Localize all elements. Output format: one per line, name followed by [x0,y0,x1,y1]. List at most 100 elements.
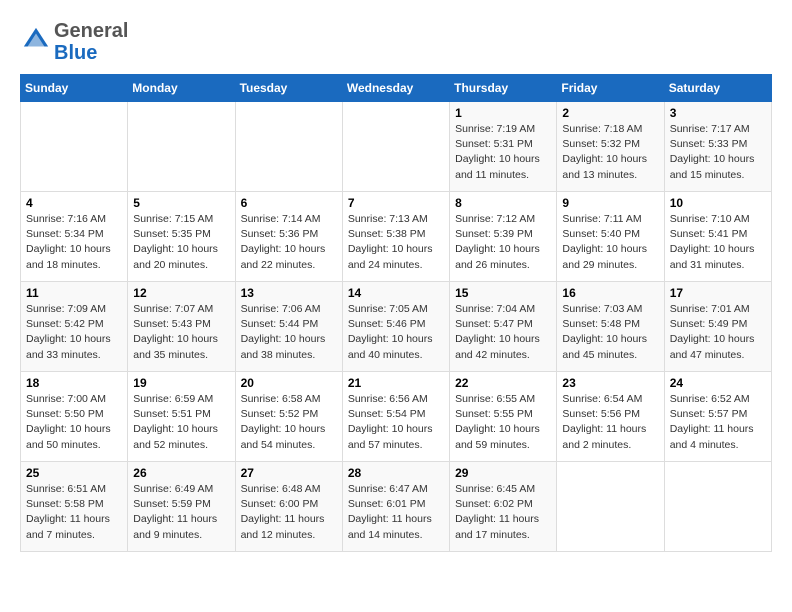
day-number: 29 [455,466,551,480]
day-cell: 9 Sunrise: 7:11 AMSunset: 5:40 PMDaylight… [557,192,664,282]
day-cell [557,462,664,552]
day-number: 22 [455,376,551,390]
header-thursday: Thursday [450,75,557,102]
week-row-3: 18Sunrise: 7:00 AMSunset: 5:50 PMDayligh… [21,372,772,462]
day-cell: 7 Sunrise: 7:13 AMSunset: 5:38 PMDaylight… [342,192,449,282]
day-cell: 22 Sunrise: 6:55 AMSunset: 5:55 PMDayligh… [450,372,557,462]
header-wednesday: Wednesday [342,75,449,102]
day-info: Sunrise: 6:47 AMSunset: 6:01 PMDaylight:… [348,482,444,543]
day-number: 17 [670,286,766,300]
day-number: 1 [455,106,551,120]
day-number: 20 [241,376,337,390]
header-tuesday: Tuesday [235,75,342,102]
header-saturday: Saturday [664,75,771,102]
day-cell [342,102,449,192]
day-number: 15 [455,286,551,300]
day-cell: 17 Sunrise: 7:01 AMSunset: 5:49 PMDayligh… [664,282,771,372]
day-info: Sunrise: 7:19 AMSunset: 5:31 PMDaylight:… [455,122,551,183]
day-cell: 14 Sunrise: 7:05 AMSunset: 5:46 PMDayligh… [342,282,449,372]
day-cell: 24 Sunrise: 6:52 AMSunset: 5:57 PMDayligh… [664,372,771,462]
day-info: Sunrise: 6:59 AMSunset: 5:51 PMDaylight:… [133,392,229,453]
day-number: 5 [133,196,229,210]
day-number: 9 [562,196,658,210]
day-cell: 21 Sunrise: 6:56 AMSunset: 5:54 PMDayligh… [342,372,449,462]
day-info: Sunrise: 7:03 AMSunset: 5:48 PMDaylight:… [562,302,658,363]
day-cell: 1 Sunrise: 7:19 AMSunset: 5:31 PMDaylight… [450,102,557,192]
header-friday: Friday [557,75,664,102]
day-number: 24 [670,376,766,390]
calendar-table: SundayMondayTuesdayWednesdayThursdayFrid… [20,74,772,552]
day-cell: 15 Sunrise: 7:04 AMSunset: 5:47 PMDayligh… [450,282,557,372]
day-info: Sunrise: 7:12 AMSunset: 5:39 PMDaylight:… [455,212,551,273]
day-info: Sunrise: 7:11 AMSunset: 5:40 PMDaylight:… [562,212,658,273]
logo-blue: Blue [54,42,128,64]
day-info: Sunrise: 7:09 AMSunset: 5:42 PMDaylight:… [26,302,122,363]
day-cell: 12Sunrise: 7:07 AMSunset: 5:43 PMDayligh… [128,282,235,372]
day-cell: 19Sunrise: 6:59 AMSunset: 5:51 PMDayligh… [128,372,235,462]
day-number: 6 [241,196,337,210]
day-number: 7 [348,196,444,210]
week-row-0: 1 Sunrise: 7:19 AMSunset: 5:31 PMDaylight… [21,102,772,192]
day-number: 11 [26,286,122,300]
day-info: Sunrise: 6:51 AMSunset: 5:58 PMDaylight:… [26,482,122,543]
day-info: Sunrise: 7:17 AMSunset: 5:33 PMDaylight:… [670,122,766,183]
day-number: 12 [133,286,229,300]
day-cell: 6Sunrise: 7:14 AMSunset: 5:36 PMDaylight… [235,192,342,282]
day-info: Sunrise: 7:13 AMSunset: 5:38 PMDaylight:… [348,212,444,273]
day-cell: 18Sunrise: 7:00 AMSunset: 5:50 PMDayligh… [21,372,128,462]
day-cell: 20 Sunrise: 6:58 AMSunset: 5:52 PMDayligh… [235,372,342,462]
header-sunday: Sunday [21,75,128,102]
day-number: 3 [670,106,766,120]
day-info: Sunrise: 6:58 AMSunset: 5:52 PMDaylight:… [241,392,337,453]
day-info: Sunrise: 6:45 AMSunset: 6:02 PMDaylight:… [455,482,551,543]
day-cell [21,102,128,192]
day-info: Sunrise: 6:48 AMSunset: 6:00 PMDaylight:… [241,482,337,543]
day-number: 16 [562,286,658,300]
day-info: Sunrise: 6:49 AMSunset: 5:59 PMDaylight:… [133,482,229,543]
day-info: Sunrise: 7:15 AMSunset: 5:35 PMDaylight:… [133,212,229,273]
day-cell: 23 Sunrise: 6:54 AMSunset: 5:56 PMDayligh… [557,372,664,462]
day-info: Sunrise: 7:16 AMSunset: 5:34 PMDaylight:… [26,212,122,273]
logo-icon [22,26,50,54]
day-number: 10 [670,196,766,210]
day-info: Sunrise: 7:06 AMSunset: 5:44 PMDaylight:… [241,302,337,363]
day-cell: 3 Sunrise: 7:17 AMSunset: 5:33 PMDaylight… [664,102,771,192]
logo-general: General [54,20,128,42]
day-cell: 28 Sunrise: 6:47 AMSunset: 6:01 PMDayligh… [342,462,449,552]
day-cell: 11 Sunrise: 7:09 AMSunset: 5:42 PMDayligh… [21,282,128,372]
calendar-header-row: SundayMondayTuesdayWednesdayThursdayFrid… [21,75,772,102]
day-number: 23 [562,376,658,390]
day-cell [128,102,235,192]
day-number: 8 [455,196,551,210]
day-info: Sunrise: 7:18 AMSunset: 5:32 PMDaylight:… [562,122,658,183]
day-number: 2 [562,106,658,120]
page-header: General Blue [20,20,772,64]
day-cell [664,462,771,552]
day-info: Sunrise: 7:04 AMSunset: 5:47 PMDaylight:… [455,302,551,363]
day-info: Sunrise: 6:52 AMSunset: 5:57 PMDaylight:… [670,392,766,453]
logo: General Blue [20,20,128,64]
week-row-2: 11 Sunrise: 7:09 AMSunset: 5:42 PMDayligh… [21,282,772,372]
day-info: Sunrise: 6:55 AMSunset: 5:55 PMDaylight:… [455,392,551,453]
day-cell: 5 Sunrise: 7:15 AMSunset: 5:35 PMDaylight… [128,192,235,282]
day-info: Sunrise: 7:01 AMSunset: 5:49 PMDaylight:… [670,302,766,363]
week-row-4: 25 Sunrise: 6:51 AMSunset: 5:58 PMDayligh… [21,462,772,552]
day-cell: 25 Sunrise: 6:51 AMSunset: 5:58 PMDayligh… [21,462,128,552]
day-info: Sunrise: 7:05 AMSunset: 5:46 PMDaylight:… [348,302,444,363]
week-row-1: 4 Sunrise: 7:16 AMSunset: 5:34 PMDaylight… [21,192,772,282]
day-info: Sunrise: 6:56 AMSunset: 5:54 PMDaylight:… [348,392,444,453]
day-cell: 8 Sunrise: 7:12 AMSunset: 5:39 PMDaylight… [450,192,557,282]
day-number: 18 [26,376,122,390]
day-cell: 29 Sunrise: 6:45 AMSunset: 6:02 PMDayligh… [450,462,557,552]
day-info: Sunrise: 6:54 AMSunset: 5:56 PMDaylight:… [562,392,658,453]
day-number: 4 [26,196,122,210]
day-cell: 16 Sunrise: 7:03 AMSunset: 5:48 PMDayligh… [557,282,664,372]
day-cell: 13Sunrise: 7:06 AMSunset: 5:44 PMDayligh… [235,282,342,372]
day-cell: 26Sunrise: 6:49 AMSunset: 5:59 PMDayligh… [128,462,235,552]
day-number: 21 [348,376,444,390]
header-monday: Monday [128,75,235,102]
day-info: Sunrise: 7:10 AMSunset: 5:41 PMDaylight:… [670,212,766,273]
day-number: 28 [348,466,444,480]
day-number: 25 [26,466,122,480]
day-number: 14 [348,286,444,300]
